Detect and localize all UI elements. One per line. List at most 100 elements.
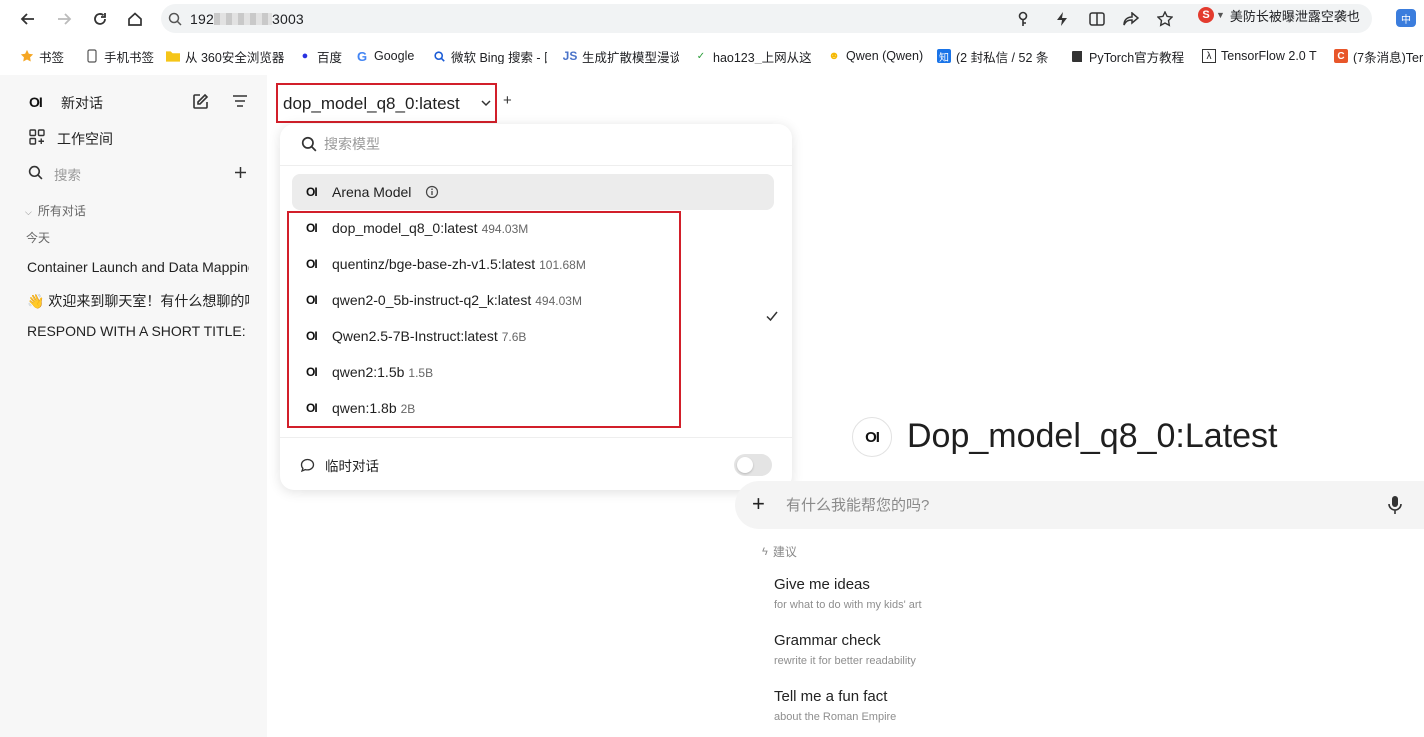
model-size: 2B <box>400 402 416 416</box>
suggestion-title[interactable]: Give me ideas <box>774 576 870 593</box>
chat-item[interactable]: RESPOND WITH A SHORT TITLE: <box>27 323 249 339</box>
phone-icon <box>85 49 99 63</box>
chat-bubble-icon <box>300 458 315 472</box>
google-g-icon: G <box>356 48 368 64</box>
suggestion-title[interactable]: Tell me a fun fact <box>774 688 887 705</box>
360-logo-icon: S <box>1198 7 1214 23</box>
model-option[interactable]: OI qwen:1.8b 2B <box>292 392 774 424</box>
menu-button[interactable] <box>229 90 251 112</box>
workspace-link[interactable]: 工作空间 <box>57 129 113 149</box>
sparkle-icon: ϟ <box>762 545 768 558</box>
attach-button[interactable]: + <box>752 493 765 515</box>
menu-icon <box>233 95 247 107</box>
model-name: qwen2:1.5b <box>332 364 405 380</box>
bookmark-item[interactable]: 从 360安全浏览器 <box>166 48 284 64</box>
temporary-chat-toggle[interactable] <box>734 454 772 476</box>
model-name: Qwen2.5-7B-Instruct:latest <box>332 328 498 344</box>
news-ticker[interactable]: S ▼ 美防长被曝泄露空袭也 <box>1198 5 1360 25</box>
model-name: qwen2-0_5b-instruct-q2_k:latest <box>332 292 532 308</box>
temporary-chat-label: 临时对话 <box>325 459 379 474</box>
search-icon <box>301 136 317 152</box>
model-option[interactable]: OI Qwen2.5-7B-Instruct:latest 7.6B <box>292 320 774 352</box>
model-logo-icon: OI <box>306 257 318 271</box>
model-search-bar <box>280 124 792 166</box>
microphone-icon[interactable] <box>1387 495 1403 515</box>
edit-icon <box>192 93 208 109</box>
bookmark-item[interactable]: 微软 Bing 搜索 - 国 <box>432 48 547 64</box>
info-icon[interactable] <box>425 185 439 199</box>
chat-input[interactable] <box>786 495 1346 515</box>
lightning-icon[interactable] <box>1052 9 1072 29</box>
add-folder-button[interactable] <box>229 161 251 183</box>
model-selector-button[interactable]: dop_model_q8_0:latest <box>276 83 497 123</box>
bookmark-item[interactable]: 手机书签 <box>85 48 154 64</box>
plus-icon <box>234 166 246 178</box>
zhihu-icon: 知 <box>937 49 951 64</box>
suggestion-subtitle[interactable]: for what to do with my kids' art <box>774 599 922 611</box>
home-button[interactable] <box>122 6 148 32</box>
add-model-button[interactable]: + <box>503 92 515 109</box>
url-text: 192 3003 <box>190 11 304 27</box>
bookmark-item[interactable]: PyTorch官方教程 <box>1070 48 1190 64</box>
address-bar[interactable]: 192 3003 <box>161 4 1372 33</box>
model-logo-icon: OI <box>306 221 318 235</box>
hao123-icon: ✓ <box>696 50 706 62</box>
bookmark-item[interactable]: ● 百度 <box>298 48 342 64</box>
forward-button[interactable] <box>51 6 77 32</box>
reader-mode-icon[interactable] <box>1087 9 1107 29</box>
bookmark-item[interactable]: C (7条消息)Ter <box>1334 48 1424 64</box>
model-size: 101.68M <box>539 258 586 272</box>
emoji-face-icon: ☻ <box>828 50 840 62</box>
model-option[interactable]: OI dop_model_q8_0:latest 494.03M <box>292 212 778 322</box>
bookmark-item[interactable]: 知 (2 封私信 / 52 条 <box>937 48 1055 64</box>
workspace-icon <box>26 126 48 148</box>
model-dropdown: OI Arena Model OI dop_model_q8_0:latest4… <box>280 124 792 490</box>
suggestions-header: ϟ 建议 <box>762 545 797 559</box>
suggestion-subtitle[interactable]: rewrite it for better readability <box>774 655 916 667</box>
model-size: 1.5B <box>408 366 434 380</box>
back-button[interactable] <box>15 6 41 32</box>
bookmark-item[interactable]: 书签 <box>20 48 64 64</box>
arrow-left-icon <box>20 13 34 25</box>
bookmark-item[interactable]: ✓ hao123_上网从这 <box>694 48 814 65</box>
model-name: qwen:1.8b <box>332 400 397 416</box>
bookmark-item[interactable]: ☻ Qwen (Qwen) <box>827 48 923 64</box>
star-icon[interactable] <box>1155 9 1175 29</box>
model-logo-icon: OI <box>306 185 318 199</box>
model-search-input[interactable] <box>324 134 744 154</box>
suggestion-subtitle[interactable]: about the Roman Empire <box>774 711 896 723</box>
new-chat-label[interactable]: 新对话 <box>61 93 103 113</box>
bookmark-item[interactable]: JS 生成扩散模型漫谈 <box>563 48 679 64</box>
book-icon <box>1070 49 1084 63</box>
model-option[interactable]: OI qwen2:1.5b 1.5B <box>292 356 774 388</box>
bookmark-item[interactable]: G Google <box>355 48 414 64</box>
model-size: 7.6B <box>501 330 527 344</box>
model-logo-icon: OI <box>306 401 318 415</box>
model-option[interactable]: OI quentinz/bge-base-zh-v1.5:latest 101.6… <box>292 248 774 280</box>
selected-model-label: dop_model_q8_0:latest <box>283 94 460 113</box>
chat-item[interactable]: 👋 欢迎来到聊天室！有什么想聊的吗 <box>27 291 249 311</box>
all-chats-header[interactable]: ⌵ 所有对话 <box>25 202 86 219</box>
share-icon[interactable] <box>1121 9 1141 29</box>
arena-model-item[interactable]: OI Arena Model <box>292 174 774 210</box>
model-avatar: OI <box>852 417 892 457</box>
model-option[interactable]: OI qwen2-0_5b-instruct-q2_k:latest 494.03… <box>292 284 774 316</box>
model-logo-icon: OI <box>306 293 318 307</box>
suggestion-title[interactable]: Grammar check <box>774 632 881 649</box>
arrow-right-icon <box>58 13 72 25</box>
reload-button[interactable] <box>87 6 113 32</box>
model-size: 494.03M <box>481 222 529 236</box>
new-chat-button[interactable] <box>189 90 211 112</box>
redacted-block <box>213 13 272 25</box>
model-name: quentinz/bge-base-zh-v1.5:latest <box>332 256 536 272</box>
translate-extension-icon[interactable]: 中 <box>1396 9 1416 27</box>
chat-item[interactable]: Container Launch and Data Mapping <box>27 259 249 275</box>
key-icon[interactable] <box>1013 9 1033 29</box>
toggle-knob <box>737 457 753 473</box>
sidebar-search-input[interactable]: 搜索 <box>54 164 81 184</box>
bookmark-item[interactable]: λ TensorFlow 2.0 T <box>1202 48 1318 64</box>
divider <box>280 437 792 438</box>
sidebar: OI 新对话 工作空间 搜索 ⌵ 所有对话 今天 Container Launch… <box>0 75 267 737</box>
browser-toolbar: 192 3003 S ▼ 美防长被曝泄露空袭也 中 <box>0 0 1424 38</box>
csdn-icon: C <box>1334 49 1348 63</box>
